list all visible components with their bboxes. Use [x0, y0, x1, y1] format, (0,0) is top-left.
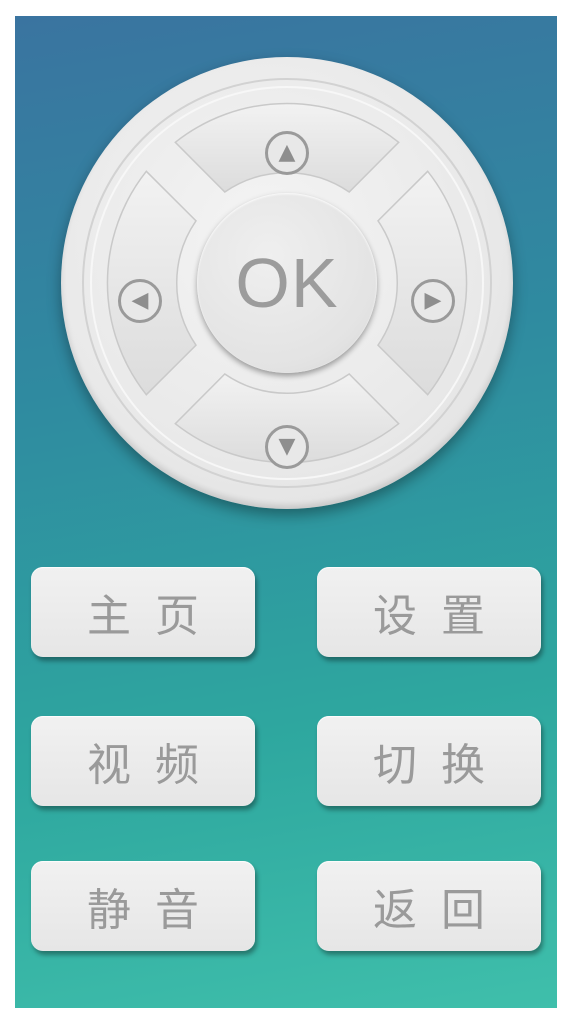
ok-button[interactable]: OK: [197, 193, 377, 373]
arrow-left-icon[interactable]: ◀: [118, 279, 162, 323]
back-button[interactable]: 返回: [317, 861, 541, 951]
home-button[interactable]: 主页: [31, 567, 255, 657]
remote-panel: ▲ ▼ ◀ ▶ OK 主页 设置 视频 切换 静音 返回: [15, 16, 557, 1008]
mute-button[interactable]: 静音: [31, 861, 255, 951]
arrow-right-icon[interactable]: ▶: [411, 279, 455, 323]
switch-button[interactable]: 切换: [317, 716, 541, 806]
video-button[interactable]: 视频: [31, 716, 255, 806]
dpad: ▲ ▼ ◀ ▶ OK: [61, 57, 513, 509]
arrow-up-icon[interactable]: ▲: [265, 131, 309, 175]
arrow-down-icon[interactable]: ▼: [265, 425, 309, 469]
settings-button[interactable]: 设置: [317, 567, 541, 657]
